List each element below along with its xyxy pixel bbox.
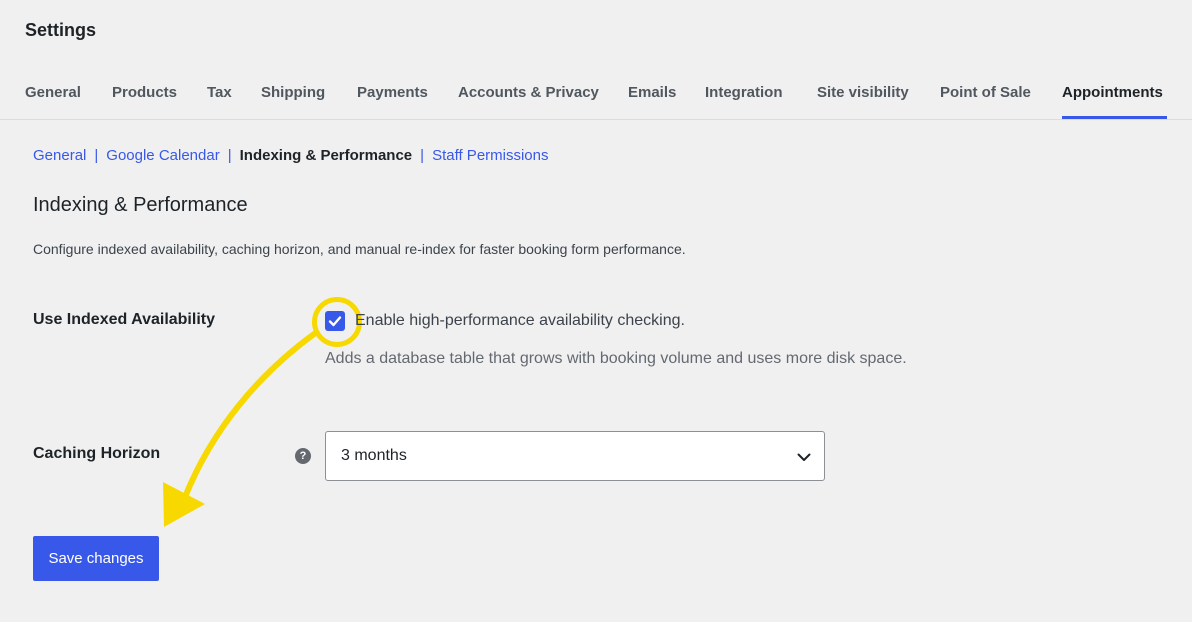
save-button[interactable]: Save changes <box>33 536 159 581</box>
caching-horizon-select[interactable]: 3 months <box>325 431 825 481</box>
tab-shipping[interactable]: Shipping <box>261 84 325 101</box>
tab-emails[interactable]: Emails <box>628 84 676 101</box>
subnav-staff-permissions[interactable]: Staff Permissions <box>432 147 548 164</box>
subnav-general[interactable]: General <box>33 147 86 164</box>
subnav-separator: | <box>227 147 232 164</box>
section-title: Indexing & Performance <box>33 194 248 216</box>
indexed-availability-description: Adds a database table that grows with bo… <box>325 350 907 367</box>
tab-tax[interactable]: Tax <box>207 84 232 101</box>
tab-payments[interactable]: Payments <box>357 84 428 101</box>
page-title: Settings <box>25 20 97 40</box>
settings-tabs: General Products Tax Shipping Payments A… <box>0 72 1192 120</box>
tab-products[interactable]: Products <box>112 84 177 101</box>
checkmark-icon <box>328 316 342 327</box>
indexed-availability-checkbox[interactable] <box>325 311 345 331</box>
subnav-separator: | <box>420 147 425 164</box>
subnav-indexing-performance: Indexing & Performance <box>239 147 413 164</box>
sub-navigation: General | Google Calendar | Indexing & Perfo… <box>33 147 549 164</box>
caching-horizon-label: Caching Horizon <box>33 445 161 462</box>
tab-site-visibility[interactable]: Site visibility <box>817 84 909 101</box>
help-icon[interactable]: ? <box>295 448 311 464</box>
tab-general[interactable]: General <box>25 84 81 101</box>
active-tab-indicator <box>1062 116 1167 119</box>
chevron-down-icon <box>797 453 811 461</box>
tab-point-of-sale[interactable]: Point of Sale <box>940 84 1031 101</box>
indexed-availability-label: Use Indexed Availability <box>33 311 215 328</box>
caching-horizon-selected-value: 3 months <box>341 447 407 464</box>
indexed-availability-checkbox-label[interactable]: Enable high-performance availability che… <box>355 312 685 330</box>
tab-appointments[interactable]: Appointments <box>1062 84 1163 101</box>
tab-accounts-privacy[interactable]: Accounts & Privacy <box>458 84 599 101</box>
section-description: Configure indexed availability, caching … <box>33 241 686 257</box>
tab-integration[interactable]: Integration <box>705 84 783 101</box>
subnav-google-calendar[interactable]: Google Calendar <box>106 147 219 164</box>
subnav-separator: | <box>94 147 99 164</box>
